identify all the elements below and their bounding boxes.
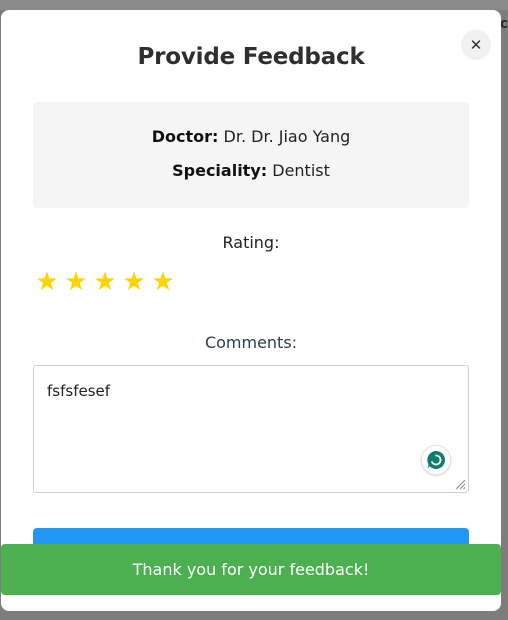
speciality-line: Speciality: Dentist <box>33 161 469 180</box>
doctor-line: Doctor: Dr. Dr. Jiao Yang <box>33 127 469 146</box>
toast-message: Thank you for your feedback! <box>132 560 370 579</box>
resize-handle-icon[interactable] <box>454 478 466 490</box>
star-icon[interactable]: ★ <box>121 269 147 295</box>
doctor-label: Doctor: <box>151 127 219 146</box>
rating-label: Rating: <box>222 233 280 252</box>
comments-value[interactable]: fsfsfesef <box>47 382 110 400</box>
star-rating[interactable]: ★ ★ ★ ★ ★ <box>34 269 176 295</box>
grammar-assistant-icon[interactable] <box>421 445 451 475</box>
modal-title: Provide Feedback <box>137 44 365 70</box>
feedback-modal: ✕ Provide Feedback Doctor: Dr. Dr. Jiao … <box>1 10 501 611</box>
star-icon[interactable]: ★ <box>63 269 89 295</box>
star-icon[interactable]: ★ <box>92 269 118 295</box>
star-icon[interactable]: ★ <box>34 269 60 295</box>
speciality-value: Dentist <box>272 161 330 180</box>
doctor-name: Dr. Dr. Jiao Yang <box>223 127 351 146</box>
comments-label: Comments: <box>204 333 298 352</box>
success-toast: Thank you for your feedback! <box>1 544 501 595</box>
comments-textarea[interactable]: fsfsfesef <box>33 365 469 493</box>
speciality-label: Speciality: <box>172 161 268 180</box>
doctor-info-box: Doctor: Dr. Dr. Jiao Yang Speciality: De… <box>33 102 469 208</box>
background-overlay-strip <box>0 0 508 10</box>
star-icon[interactable]: ★ <box>150 269 176 295</box>
